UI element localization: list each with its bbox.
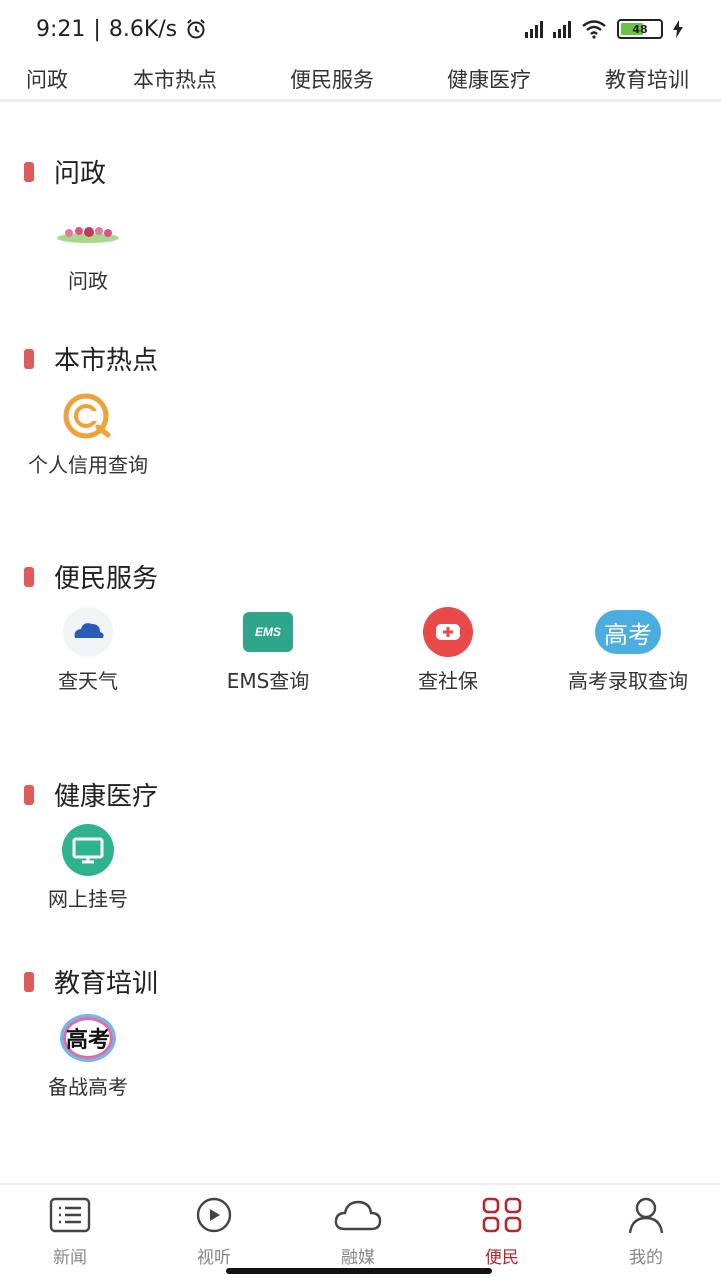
- section-title-health: 健康医疗: [24, 776, 158, 813]
- section-heading: 本市热点: [54, 346, 159, 376]
- tab-education[interactable]: 教育培训: [605, 64, 689, 94]
- status-right: 48: [525, 19, 683, 39]
- nav-convenience[interactable]: 便民: [442, 1195, 562, 1268]
- alarm-icon: [187, 19, 205, 39]
- plus-icon: [415, 606, 481, 658]
- service-item-credit[interactable]: 个人信用查询: [3, 390, 173, 480]
- category-tabs: 问政 本市热点 便民服务 健康医疗 教育培训: [0, 58, 721, 102]
- nav-media[interactable]: 融媒: [298, 1195, 418, 1268]
- news-list-icon: [10, 1195, 130, 1235]
- cloud-icon: [55, 606, 121, 658]
- grid-icon: [442, 1195, 562, 1235]
- monitor-icon: [55, 824, 121, 876]
- section-marker: [24, 161, 34, 182]
- signal-icon-2: [553, 20, 571, 38]
- wifi-icon: [582, 20, 606, 39]
- ems-icon: EMS: [235, 606, 301, 658]
- section-heading: 便民服务: [54, 564, 159, 594]
- service-item-gaokao-admission[interactable]: 高考 高考录取查询: [543, 606, 713, 696]
- charging-icon: [673, 20, 683, 38]
- status-left: 9:21 | 8.6K/s: [36, 17, 207, 42]
- section-marker: [24, 348, 34, 369]
- tab-convenience[interactable]: 便民服务: [290, 64, 374, 94]
- gaokao-logo-text: 高考: [60, 1014, 116, 1062]
- gaokao-logo-icon: 高考: [55, 1012, 121, 1064]
- user-icon: [586, 1195, 706, 1235]
- section-heading: 健康医疗: [54, 782, 159, 812]
- service-label: EMS查询: [226, 669, 310, 693]
- tab-health[interactable]: 健康医疗: [447, 64, 531, 94]
- network-speed: 8.6K/s: [108, 16, 178, 42]
- nav-label: 融媒: [341, 1248, 375, 1268]
- service-item-social-security[interactable]: 查社保: [363, 606, 533, 696]
- credit-icon: [55, 390, 121, 442]
- section-marker: [24, 971, 34, 992]
- signal-icon: [525, 20, 543, 38]
- nav-label: 新闻: [53, 1248, 87, 1268]
- status-bar: 9:21 | 8.6K/s 48: [0, 0, 721, 58]
- service-label: 个人信用查询: [28, 453, 148, 477]
- service-label: 网上挂号: [48, 887, 128, 911]
- service-item-weather[interactable]: 查天气: [3, 606, 173, 696]
- service-item-ems[interactable]: EMS EMS查询: [183, 606, 353, 696]
- section-title-city-hotspot: 本市热点: [24, 340, 158, 377]
- nav-profile[interactable]: 我的: [586, 1195, 706, 1268]
- status-time: 9:21: [36, 16, 86, 42]
- service-label: 高考录取查询: [568, 669, 688, 693]
- nav-label: 便民: [485, 1248, 519, 1268]
- gaokao-icon: 高考: [595, 606, 661, 658]
- section-marker: [24, 784, 34, 805]
- section-heading: 教育培训: [54, 969, 159, 999]
- section-title-wenzheng: 问政: [24, 153, 106, 190]
- battery-level: 48: [632, 22, 648, 36]
- nav-label: 视听: [197, 1248, 231, 1268]
- ems-icon-text: EMS: [243, 612, 293, 652]
- tab-city-hotspot[interactable]: 本市热点: [133, 64, 217, 94]
- service-label: 查社保: [418, 669, 478, 693]
- service-item-online-registration[interactable]: 网上挂号: [3, 824, 173, 914]
- section-heading: 问政: [54, 159, 107, 189]
- status-separator: |: [93, 16, 101, 42]
- service-label: 问政: [68, 269, 108, 293]
- service-item-prepare-gaokao[interactable]: 高考 备战高考: [3, 1012, 173, 1102]
- banner-icon: [55, 206, 121, 258]
- cloud-outline-icon: [298, 1195, 418, 1235]
- nav-news[interactable]: 新闻: [10, 1195, 130, 1268]
- service-label: 查天气: [58, 669, 118, 693]
- service-item-wenzheng[interactable]: 问政: [3, 206, 173, 296]
- play-icon: [154, 1195, 274, 1235]
- section-marker: [24, 566, 34, 587]
- battery-icon: 48: [617, 19, 663, 39]
- nav-video[interactable]: 视听: [154, 1195, 274, 1268]
- gaokao-icon-text: 高考: [595, 610, 661, 654]
- home-indicator[interactable]: [226, 1268, 492, 1274]
- nav-label: 我的: [629, 1248, 663, 1268]
- service-label: 备战高考: [48, 1075, 128, 1099]
- section-title-convenience: 便民服务: [24, 558, 158, 595]
- section-title-education: 教育培训: [24, 963, 158, 1000]
- tab-wenzheng[interactable]: 问政: [26, 64, 68, 94]
